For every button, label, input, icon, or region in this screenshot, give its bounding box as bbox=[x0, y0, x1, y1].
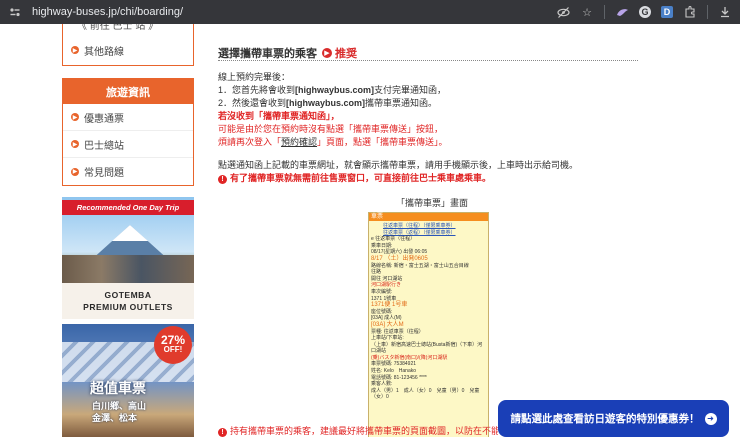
eye-off-icon[interactable] bbox=[556, 5, 570, 19]
discount-badge: 27% OFF! bbox=[154, 326, 192, 364]
ticket-line: 往路 bbox=[371, 269, 382, 276]
url-text[interactable]: highway-buses.jp/chi/boarding/ bbox=[32, 6, 556, 18]
alert-icon: ! bbox=[218, 428, 227, 437]
extensions-puzzle-icon[interactable] bbox=[683, 5, 697, 19]
recommend-arrow-icon: ▶ bbox=[322, 48, 332, 58]
sidebar-cut-item[interactable]: 《 前往 巴士 站 》 bbox=[63, 24, 193, 36]
sidebar-item-label: 巴士總站 bbox=[84, 140, 124, 152]
cta-label: 請點選此處查看訪日遊客的特別優惠券！ bbox=[510, 413, 700, 425]
ticket-line: 乘客人數: bbox=[371, 381, 393, 388]
arrow-right-icon: ▶ bbox=[71, 167, 79, 176]
step1-prefix: 1．您首先將會收到 bbox=[218, 85, 296, 95]
ticket-line: （上車）新宿高速巴士總站(Busta新宿)（下車）河口湖站 bbox=[371, 341, 483, 355]
banner-ribbon: Recommended One Day Trip bbox=[62, 200, 194, 215]
alert-icon: ! bbox=[218, 175, 227, 184]
step2-prefix: 2．然後還會收到 bbox=[218, 98, 287, 108]
download-icon[interactable] bbox=[718, 5, 732, 19]
ticket-line: 車次編號: bbox=[371, 288, 393, 295]
star-icon[interactable]: ☆ bbox=[580, 5, 594, 19]
sidebar-item-label: 優惠通票 bbox=[84, 113, 124, 125]
gotemba-outlets-banner[interactable]: Recommended One Day Trip GOTEMBA PREMIUM… bbox=[62, 197, 194, 319]
ticket-line[interactable]: 往返車票（往程）（僅限乘車券） bbox=[369, 223, 488, 230]
title-divider bbox=[218, 60, 638, 61]
bottom-warning-label: 持有攜帶車票的乘客，建議最好將攜帶車票的頁面截圖，以防在不能上網 bbox=[230, 426, 498, 436]
step2-bold: [highwaybus.com] bbox=[286, 98, 366, 108]
red-line3-suffix: 」頁面，點選「攜帶車票傳送」。 bbox=[317, 137, 448, 147]
reservation-confirm-link[interactable]: 預約確認 bbox=[281, 137, 317, 147]
extension-d-icon[interactable]: D bbox=[661, 6, 673, 18]
ticket-deal-banner[interactable]: 27% OFF! 超值車票 白川鄉、高山 金澤、松本 bbox=[62, 324, 194, 437]
banner-footer: GOTEMBA PREMIUM OUTLETS bbox=[62, 283, 194, 319]
step1-suffix: 支付完畢通知函， bbox=[374, 85, 447, 95]
sidebar-item-terminals[interactable]: ▶ 巴士總站 bbox=[63, 131, 193, 158]
arrow-right-icon: ▶ bbox=[71, 140, 79, 148]
section-title: 選擇攜帶車票的乘客 ▶ 推奨 bbox=[218, 45, 357, 61]
ticket-line: e 往返車票（往程） bbox=[371, 236, 416, 243]
ticket-line: 8/17 （土）出発0605 bbox=[371, 255, 428, 262]
ticket-header: 車票 bbox=[369, 213, 488, 221]
mobile-ticket-sample: 車票 往返車票（往程）（僅限乘車券） 往返車票（返程）（僅限乘車券） e 往返車… bbox=[368, 212, 489, 437]
step2-suffix: 攜帶車票通知函。 bbox=[365, 98, 438, 108]
banner-line2: PREMIUM OUTLETS bbox=[83, 302, 173, 312]
arrow-right-icon: ▶ bbox=[71, 46, 79, 54]
red-notice-line3: 煩請再次登入「預約確認」頁面，點選「攜帶車票傳送」。 bbox=[218, 135, 448, 150]
page-title: 選擇攜帶車票的乘客 bbox=[218, 48, 317, 60]
sidebar-item-other-routes[interactable]: ▶ 其他路線 bbox=[63, 36, 193, 64]
recommend-label: 推奨 bbox=[335, 48, 357, 60]
sidebar: 《 前往 巴士 站 》 ▶ 其他路線 旅遊資訊 ▶ 優惠通票 ▶ 巴士總站 ▶ … bbox=[62, 24, 194, 186]
arrow-right-icon: ▶ bbox=[71, 113, 79, 121]
ticket-line: [03A] 成人(M) bbox=[371, 315, 402, 322]
browser-address-bar: highway-buses.jp/chi/boarding/ ☆ G D bbox=[0, 0, 740, 24]
outlet-shops-image bbox=[62, 255, 194, 283]
banner-title: 超值車票 bbox=[90, 381, 146, 397]
divider bbox=[604, 5, 605, 19]
sidebar-item-passes[interactable]: ▶ 優惠通票 bbox=[63, 104, 193, 131]
sidebar-item-faq[interactable]: ▶ 常見問題 bbox=[63, 158, 193, 185]
sidebar-item-label: 其他路線 bbox=[84, 46, 124, 58]
divider bbox=[707, 5, 708, 19]
site-info-icon[interactable] bbox=[8, 5, 22, 19]
ticket-line: 姓名: Kelo Hanako bbox=[371, 368, 417, 375]
special-coupon-button[interactable]: 請點選此處查看訪日遊客的特別優惠券！ ➜ bbox=[498, 400, 729, 437]
extension-g-icon[interactable]: G bbox=[639, 6, 651, 18]
sidebar-item-label: 常見問題 bbox=[84, 168, 124, 179]
ticket-line: 河口湖駅行き bbox=[371, 282, 402, 289]
warning-text: ! 有了攜帶車票就無需前往售票窗口，可直接前往巴士乘車處乘車。 bbox=[218, 171, 491, 186]
red-line3-prefix: 煩請再次登入「 bbox=[218, 137, 282, 147]
ticket-line: [03A] 大人M bbox=[371, 321, 404, 328]
banner-line1: GOTEMBA bbox=[104, 290, 152, 300]
bottom-warning: ! 持有攜帶車票的乘客，建議最好將攜帶車票的頁面截圖，以防在不能上網 bbox=[218, 424, 498, 437]
extension-bird-icon[interactable] bbox=[615, 5, 629, 19]
travel-info-title: 旅遊資訊 bbox=[63, 79, 193, 104]
discount-percent: 27% bbox=[160, 333, 186, 347]
ticket-line: 成人（男）1 成人（女）0 兒童（男）0 兒童（女）0 bbox=[371, 387, 480, 401]
banner-subtitle-2: 金澤、松本 bbox=[92, 414, 138, 424]
ticket-caption: 「攜帶車票」畫面 bbox=[396, 198, 469, 208]
step1-bold: [highwaybus.com] bbox=[295, 85, 375, 95]
mount-fuji-snow bbox=[112, 225, 148, 241]
sidebar-route-box: 《 前往 巴士 站 》 ▶ 其他路線 bbox=[62, 24, 194, 66]
ticket-line: 上車站/下車站: bbox=[371, 335, 404, 342]
warning-label: 有了攜帶車票就無需前往售票窗口，可直接前往巴士乘車處乘車。 bbox=[230, 173, 492, 183]
ticket-line: 路線名稱: 新宿・富士五湖・富士山五合目線 bbox=[371, 262, 469, 269]
arrow-right-icon: ➜ bbox=[704, 412, 717, 425]
ticket-line: 1371便 1号車 bbox=[371, 302, 408, 309]
travel-info-box: 旅遊資訊 ▶ 優惠通票 ▶ 巴士總站 ▶ 常見問題 bbox=[62, 78, 194, 186]
discount-off: OFF! bbox=[163, 345, 183, 354]
ticket-line: 08/17(星期六) 出發 06:05 bbox=[371, 249, 428, 256]
